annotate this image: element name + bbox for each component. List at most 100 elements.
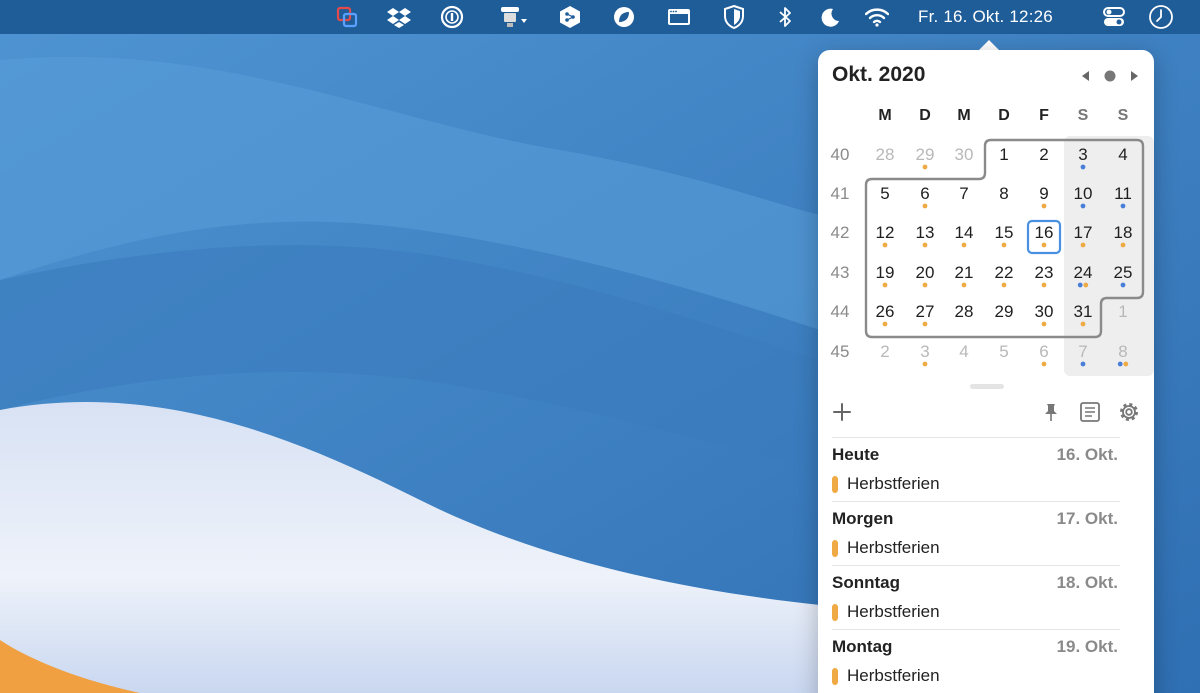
add-event-button[interactable] bbox=[830, 400, 854, 424]
control-center-icon[interactable] bbox=[1101, 4, 1127, 30]
calendar-day[interactable]: 1 bbox=[1118, 302, 1127, 321]
calendar-day[interactable]: 30 bbox=[955, 145, 974, 164]
calendar-day[interactable]: 19 bbox=[876, 263, 895, 282]
event-item[interactable]: Herbstferien bbox=[832, 473, 940, 495]
calendar-day[interactable]: 29 bbox=[916, 145, 935, 164]
calendar-day[interactable]: 30 bbox=[1035, 302, 1054, 321]
weekday-header: M bbox=[957, 107, 970, 124]
shield-icon[interactable] bbox=[721, 4, 747, 30]
event-item[interactable]: Herbstferien bbox=[832, 665, 940, 687]
weekday-header: S bbox=[1118, 107, 1129, 124]
resize-handle[interactable] bbox=[970, 384, 1004, 389]
calendar-day[interactable]: 3 bbox=[920, 342, 929, 361]
calendar-day[interactable]: 18 bbox=[1114, 223, 1133, 242]
event-dot bbox=[1123, 361, 1129, 367]
weekday-header: M bbox=[878, 107, 891, 124]
calendar-day[interactable]: 7 bbox=[1078, 342, 1087, 361]
event-dot bbox=[1080, 203, 1086, 209]
calendar-day[interactable]: 3 bbox=[1078, 145, 1087, 164]
clock-icon[interactable] bbox=[1148, 4, 1174, 30]
bartender-icon[interactable] bbox=[496, 4, 530, 30]
event-dot bbox=[1083, 282, 1089, 288]
calendar-day[interactable]: 5 bbox=[999, 342, 1008, 361]
calendar-day[interactable]: 5 bbox=[880, 184, 889, 203]
calendar-day[interactable]: 28 bbox=[876, 145, 895, 164]
event-dot bbox=[1041, 282, 1047, 288]
event-color-bar bbox=[832, 603, 838, 621]
calendar-day[interactable]: 12 bbox=[876, 223, 895, 242]
event-day-group: Montag 19. Okt. Herbstferien bbox=[832, 629, 1120, 693]
agenda-icon[interactable] bbox=[1078, 400, 1102, 424]
week-number: 42 bbox=[831, 223, 850, 242]
calendar-day[interactable]: 25 bbox=[1114, 263, 1133, 282]
calendar-day[interactable]: 22 bbox=[995, 263, 1014, 282]
event-dot bbox=[1120, 282, 1126, 288]
calendar-day[interactable]: 27 bbox=[916, 302, 935, 321]
dropbox-icon[interactable] bbox=[386, 4, 412, 30]
calendar-day[interactable]: 29 bbox=[995, 302, 1014, 321]
calendar-day[interactable]: 6 bbox=[920, 184, 929, 203]
event-dot bbox=[882, 282, 888, 288]
calendar-day[interactable]: 26 bbox=[876, 302, 895, 321]
event-item[interactable]: Herbstferien bbox=[832, 537, 940, 559]
moon-icon[interactable] bbox=[817, 4, 843, 30]
weekday-header: S bbox=[1078, 107, 1089, 124]
calendar-day[interactable]: 7 bbox=[959, 184, 968, 203]
calendar-day[interactable]: 31 bbox=[1074, 302, 1093, 321]
event-title: Herbstferien bbox=[847, 602, 940, 621]
calendar-day[interactable]: 2 bbox=[880, 342, 889, 361]
calendar-day[interactable]: 20 bbox=[916, 263, 935, 282]
wifi-icon[interactable] bbox=[864, 4, 890, 30]
bluetooth-icon[interactable] bbox=[772, 4, 798, 30]
calendar-day[interactable]: 21 bbox=[955, 263, 974, 282]
event-day-date: 19. Okt. bbox=[1056, 637, 1118, 656]
deepl-icon[interactable] bbox=[557, 4, 583, 30]
calendar-day[interactable]: 17 bbox=[1074, 223, 1093, 242]
event-dot bbox=[1041, 203, 1047, 209]
calendar-day[interactable]: 10 bbox=[1074, 184, 1093, 203]
event-day-label: Sonntag bbox=[832, 573, 900, 592]
event-dot bbox=[882, 321, 888, 327]
calendar-day[interactable]: 28 bbox=[955, 302, 974, 321]
weekday-header: D bbox=[919, 107, 931, 124]
event-dot bbox=[1077, 282, 1083, 288]
event-dot bbox=[1080, 321, 1086, 327]
calendar-day[interactable]: 8 bbox=[999, 184, 1008, 203]
week-number: 44 bbox=[831, 302, 850, 321]
onepassword-icon[interactable] bbox=[439, 4, 465, 30]
calendar-day[interactable]: 24 bbox=[1074, 263, 1093, 282]
event-list: Heute 16. Okt. Herbstferien Morgen 17. O… bbox=[832, 437, 1120, 693]
parallels-icon[interactable] bbox=[334, 4, 360, 30]
event-day-group: Sonntag 18. Okt. Herbstferien bbox=[832, 565, 1120, 629]
calendar-day[interactable]: 23 bbox=[1035, 263, 1054, 282]
event-day-group: Morgen 17. Okt. Herbstferien bbox=[832, 501, 1120, 565]
settings-gear-icon[interactable] bbox=[1117, 400, 1141, 424]
calendar-day[interactable]: 2 bbox=[1039, 145, 1048, 164]
calendar-day[interactable]: 1 bbox=[999, 145, 1008, 164]
calendar-day[interactable]: 4 bbox=[959, 342, 968, 361]
leaf-icon[interactable] bbox=[611, 4, 637, 30]
event-dot bbox=[1001, 282, 1007, 288]
event-item[interactable]: Herbstferien bbox=[832, 601, 940, 623]
pin-icon[interactable] bbox=[1039, 400, 1063, 424]
calendar-day[interactable]: 6 bbox=[1039, 342, 1048, 361]
calendar-day[interactable]: 4 bbox=[1118, 145, 1127, 164]
calendar-day[interactable]: 13 bbox=[916, 223, 935, 242]
calendar-day[interactable]: 16 bbox=[1035, 223, 1054, 242]
event-dot bbox=[922, 242, 928, 248]
event-dot bbox=[961, 242, 967, 248]
window-icon[interactable] bbox=[666, 4, 692, 30]
weekday-header: F bbox=[1039, 107, 1049, 124]
event-dot bbox=[1120, 242, 1126, 248]
calendar-day[interactable]: 14 bbox=[955, 223, 974, 242]
calendar-day[interactable]: 15 bbox=[995, 223, 1014, 242]
calendar-day[interactable]: 9 bbox=[1039, 184, 1048, 203]
menu-bar-clock[interactable]: Fr. 16. Okt. 12:26 bbox=[918, 0, 1053, 34]
event-dot bbox=[922, 203, 928, 209]
event-title: Herbstferien bbox=[847, 666, 940, 685]
event-dot bbox=[922, 361, 928, 367]
menu-bar: Fr. 16. Okt. 12:26 bbox=[0, 0, 1200, 34]
calendar-day[interactable]: 8 bbox=[1118, 342, 1127, 361]
calendar-day[interactable]: 11 bbox=[1114, 184, 1132, 203]
event-dot bbox=[922, 282, 928, 288]
